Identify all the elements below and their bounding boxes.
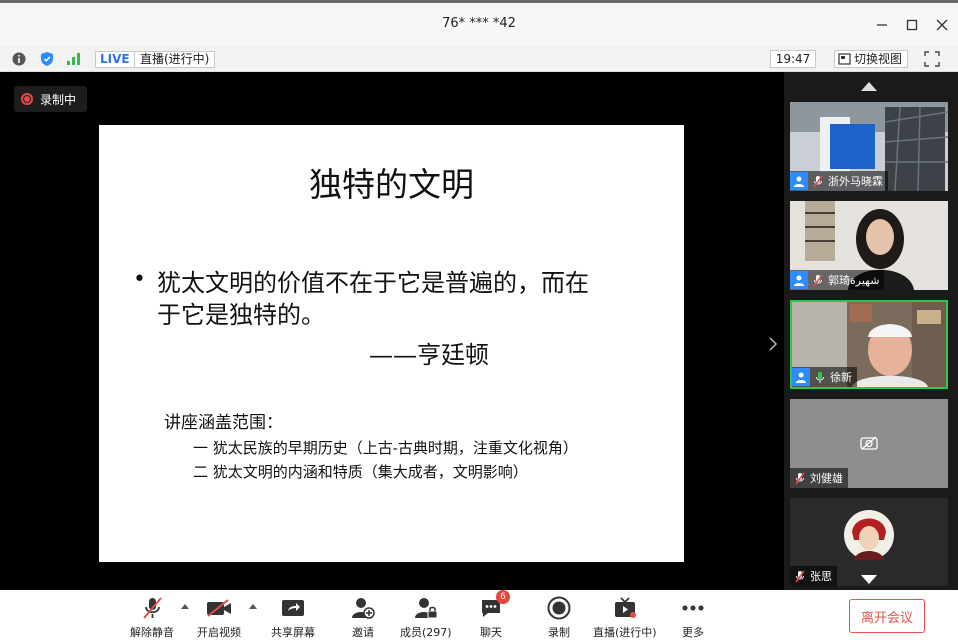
chat-icon: 6 (477, 590, 510, 620)
presentation-slide: 独特的文明 • 犹太文明的价值不在于它是普遍的，而在 于它是独特的。 ——亨廷顿… (99, 125, 684, 562)
record-label: 录制 (548, 626, 570, 639)
close-icon (936, 19, 948, 31)
title-bar-strip (0, 0, 958, 3)
audio-options-caret-icon[interactable] (181, 604, 189, 609)
live-badge[interactable]: LIVE (95, 51, 135, 68)
quote-author: ——亨廷顿 (369, 341, 489, 369)
chat-unread-badge: 6 (496, 590, 510, 604)
mic-muted-icon (793, 471, 807, 485)
participant-name: 刘健雄 (810, 472, 843, 485)
more-dots-icon (679, 596, 707, 620)
participant-label: 张思 (790, 566, 837, 586)
meeting-info-icon[interactable] (11, 51, 27, 67)
gallery-scroll-up-icon[interactable] (861, 82, 877, 91)
participant-label: 郭琦شهيرة (790, 270, 885, 290)
more-button[interactable]: 更多 (679, 596, 707, 640)
network-signal-icon[interactable] (66, 51, 82, 67)
scope-item: 一 犹太民族的早期历史（上古-古典时期，注重文化视角） (193, 439, 578, 457)
video-options-caret-icon[interactable] (249, 604, 257, 609)
mic-active-icon (813, 370, 827, 384)
members-button[interactable]: 成员(297) (400, 596, 452, 640)
chat-button[interactable]: 6 聊天 (477, 590, 510, 640)
participant-label: 浙外马晓霖 (790, 171, 888, 191)
participant-name: 郭琦شهيرة (828, 274, 880, 287)
live-stream-label: 直播(进行中) (593, 626, 657, 639)
video-off-icon (205, 596, 233, 620)
participant-tile[interactable]: 郭琦شهيرة (790, 201, 948, 290)
gallery-view-icon (838, 53, 851, 65)
participant-tile[interactable]: 张思 (790, 498, 948, 586)
meeting-toolbar: 解除静音 开启视频 共享屏幕 邀请 成员(297) 6 聊天 录制 直播(进行中… (0, 590, 958, 642)
mic-muted-icon (811, 174, 825, 188)
quote-line-1: 犹太文明的价值不在于它是普遍的，而在 (157, 269, 589, 297)
recording-indicator[interactable]: 录制中 (14, 86, 87, 112)
avatar (844, 510, 894, 564)
recording-label: 录制中 (40, 92, 77, 107)
meeting-clock: 19:47 (770, 50, 816, 68)
minimize-button[interactable] (869, 12, 895, 38)
scope-heading: 讲座涵盖范围： (164, 413, 283, 433)
record-icon (545, 596, 573, 620)
slide-title: 独特的文明 (309, 165, 474, 204)
record-button[interactable]: 录制 (545, 596, 573, 640)
participant-name: 浙外马晓霖 (828, 175, 883, 188)
slide-bullet: • (133, 267, 146, 292)
participant-name: 徐新 (830, 371, 852, 384)
participant-name: 张思 (810, 570, 832, 583)
start-video-button[interactable]: 开启视频 (197, 596, 241, 640)
mic-muted-icon (793, 569, 807, 583)
live-stream-icon (611, 596, 639, 620)
camera-off-icon (860, 435, 878, 454)
participant-tile[interactable]: 刘健雄 (790, 399, 948, 488)
fullscreen-icon (924, 51, 940, 67)
unmute-label: 解除静音 (130, 626, 174, 639)
scope-item: 二 犹太文明的内涵和特质（集大成者，文明影响） (193, 463, 528, 481)
window-title: 76* *** *42 (442, 16, 516, 31)
share-screen-button[interactable]: 共享屏幕 (271, 596, 315, 640)
participant-label: 徐新 (792, 367, 857, 387)
add-user-icon (349, 596, 377, 620)
minimize-icon (877, 24, 887, 26)
more-label: 更多 (682, 626, 704, 639)
leave-meeting-button[interactable]: 离开会议 (849, 599, 925, 633)
maximize-button[interactable] (899, 12, 925, 38)
start-video-label: 开启视频 (197, 626, 241, 639)
participant-icon (790, 172, 808, 190)
close-button[interactable] (929, 12, 955, 38)
quote-line-2: 于它是独特的。 (157, 301, 325, 329)
fullscreen-button[interactable] (924, 51, 940, 67)
maximize-icon (906, 19, 918, 31)
switch-view-button[interactable]: 切换视图 (834, 50, 909, 68)
panel-toggle-arrow[interactable] (768, 336, 778, 356)
participant-tile[interactable]: 徐新 (790, 300, 948, 389)
live-stream-button[interactable]: 直播(进行中) (593, 596, 657, 640)
slide-quote: 犹太文明的价值不在于它是普遍的，而在 于它是独特的。 (157, 267, 637, 331)
gallery-scroll-down-icon[interactable] (861, 575, 877, 584)
meeting-info-bar: LIVE 直播(进行中) 19:47 切换视图 (0, 46, 958, 72)
members-lock-icon (412, 596, 440, 620)
invite-label: 邀请 (352, 626, 374, 639)
unmute-button[interactable]: 解除静音 (130, 596, 174, 640)
title-bar: 76* *** *42 (0, 0, 958, 46)
participant-tile[interactable]: 浙外马晓霖 (790, 102, 948, 191)
record-dot-icon (21, 93, 33, 105)
participant-label: 刘健雄 (790, 468, 848, 488)
participant-icon (792, 368, 810, 386)
invite-button[interactable]: 邀请 (349, 596, 377, 640)
members-label: 成员(297) (400, 626, 452, 639)
chevron-right-icon (769, 337, 778, 351)
share-screen-icon (279, 596, 307, 620)
participant-icon (790, 271, 808, 289)
chat-label: 聊天 (480, 626, 502, 639)
live-status[interactable]: 直播(进行中) (134, 51, 216, 68)
shared-screen-area: 录制中 独特的文明 • 犹太文明的价值不在于它是普遍的，而在 于它是独特的。 —… (0, 72, 784, 629)
mic-muted-icon (811, 273, 825, 287)
share-screen-label: 共享屏幕 (271, 626, 315, 639)
encryption-shield-icon[interactable] (39, 51, 55, 67)
mic-muted-icon (138, 596, 166, 620)
switch-view-label: 切换视图 (854, 52, 903, 66)
participant-gallery: 浙外马晓霖 郭琦شهيرة 徐新 刘健雄 张思 (784, 72, 958, 590)
